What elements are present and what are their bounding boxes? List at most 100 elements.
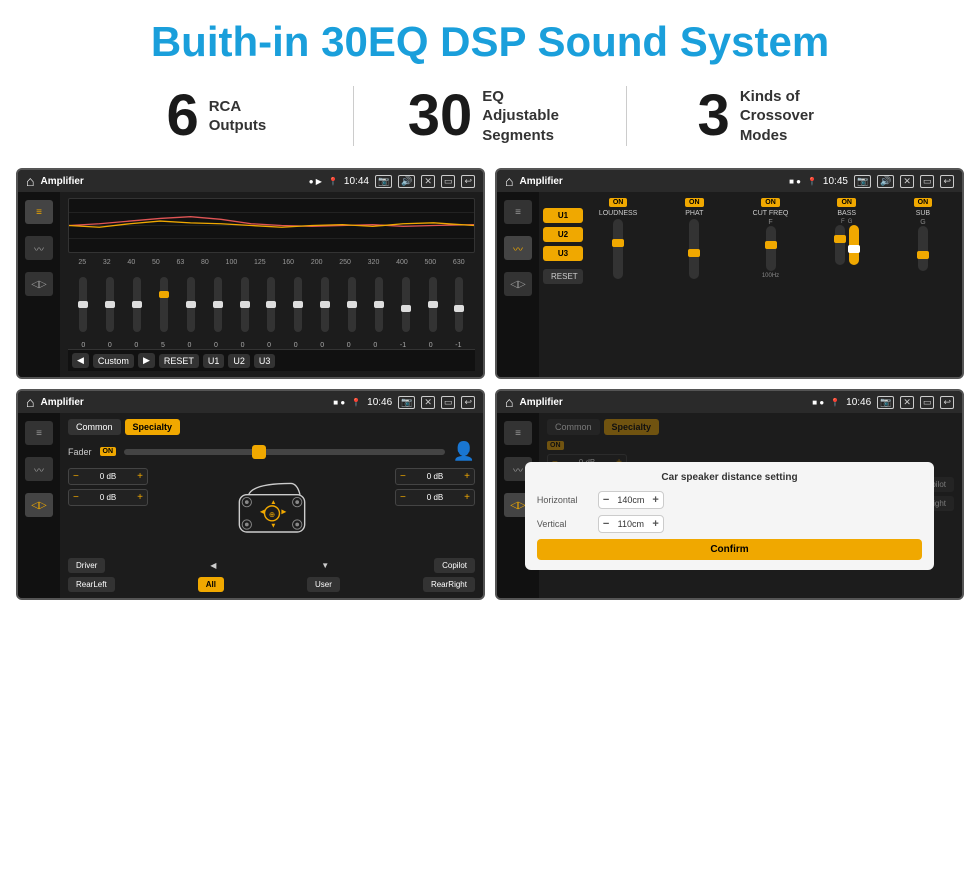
val-5: 0 [214, 342, 218, 349]
horizontal-plus-button[interactable]: + [652, 494, 658, 506]
val-0: 0 [81, 342, 85, 349]
crossover-status-time: 10:45 [823, 176, 848, 187]
db-rl-minus[interactable]: − [73, 492, 79, 503]
eq-play-button[interactable]: ▶ [138, 353, 155, 368]
eq-slider-3[interactable] [160, 277, 168, 332]
fader-handle[interactable] [252, 445, 266, 459]
eq-slider-13[interactable] [429, 277, 437, 332]
eq-status-time: 10:44 [344, 176, 369, 187]
user-button[interactable]: User [307, 577, 340, 592]
bass-freq-slider[interactable] [835, 225, 845, 265]
val-6: 0 [241, 342, 245, 349]
crossover-eq-icon[interactable]: ≡ [504, 200, 532, 224]
fader-left-controls: − 0 dB + − 0 dB + [68, 468, 148, 554]
rearright-button[interactable]: RearRight [423, 577, 475, 592]
eq-slider-1[interactable] [106, 277, 114, 332]
loudness-label: LOUDNESS [599, 210, 638, 217]
freq-25: 25 [78, 259, 86, 266]
stat-eq-label: EQ AdjustableSegments [482, 87, 572, 146]
crossover-speaker-icon[interactable]: ◁▷ [504, 272, 532, 296]
db-fr-plus[interactable]: + [464, 471, 470, 482]
vertical-plus-button[interactable]: + [652, 518, 658, 530]
eq-slider-5[interactable] [214, 277, 222, 332]
crossover-wave-icon[interactable]: 〰 [504, 236, 532, 260]
eq-slider-14[interactable] [455, 277, 463, 332]
loudness-slider[interactable] [613, 219, 623, 279]
phat-label: PHAT [685, 210, 703, 217]
eq-slider-10[interactable] [348, 277, 356, 332]
db-rr-plus[interactable]: + [464, 492, 470, 503]
eq-status-bar: ⌂ Amplifier ● ▶ 📍 10:44 📷 🔊 ✕ ▭ ↩ [18, 170, 483, 192]
fader-speaker-icon[interactable]: ◁▷ [25, 493, 53, 517]
fader-right-controls: − 0 dB + − 0 dB + [395, 468, 475, 554]
eq-u3-button[interactable]: U3 [254, 354, 276, 368]
preset-u1-button[interactable]: U1 [543, 208, 583, 223]
bass-control: ON BASS F G [812, 198, 882, 371]
eq-slider-7[interactable] [267, 277, 275, 332]
freq-32: 32 [103, 259, 111, 266]
all-button[interactable]: All [198, 577, 224, 592]
rearleft-button[interactable]: RearLeft [68, 577, 115, 592]
eq-custom-button[interactable]: Custom [93, 354, 134, 368]
eq-reset-button[interactable]: RESET [159, 354, 199, 368]
eq-slider-9[interactable] [321, 277, 329, 332]
eq-slider-4[interactable] [187, 277, 195, 332]
eq-slider-8[interactable] [294, 277, 302, 332]
eq-wave-icon[interactable]: 〰 [25, 236, 53, 260]
preset-u3-button[interactable]: U3 [543, 246, 583, 261]
horizontal-minus-button[interactable]: − [603, 494, 609, 506]
fader-slider[interactable] [124, 449, 445, 455]
fader-wave-icon[interactable]: 〰 [25, 457, 53, 481]
eq-slider-0[interactable] [79, 277, 87, 332]
confirm-button[interactable]: Confirm [537, 539, 922, 560]
db-rr-minus[interactable]: − [400, 492, 406, 503]
crossover-presets: U1 U2 U3 RESET [543, 198, 583, 371]
loudness-control: ON LOUDNESS [583, 198, 653, 371]
eq-sliders [68, 266, 475, 342]
fader-tab-specialty[interactable]: Specialty [125, 419, 181, 435]
eq-slider-2[interactable] [133, 277, 141, 332]
eq-values: 0 0 0 5 0 0 0 0 0 0 0 0 -1 0 -1 [68, 342, 475, 349]
eq-u1-button[interactable]: U1 [203, 354, 225, 368]
bass-gain-slider[interactable] [849, 225, 859, 265]
val-8: 0 [294, 342, 298, 349]
fader-eq-icon[interactable]: ≡ [25, 421, 53, 445]
eq-slider-11[interactable] [375, 277, 383, 332]
driver-button[interactable]: Driver [68, 558, 105, 573]
left-arrow-icon: ◀ [210, 561, 216, 570]
stat-rca-number: 6 [166, 87, 198, 145]
eq-slider-6[interactable] [241, 277, 249, 332]
freq-125: 125 [254, 259, 266, 266]
eq-prev-button[interactable]: ◀ [72, 353, 89, 368]
crossover-left-sidebar: ≡ 〰 ◁▷ [497, 192, 539, 377]
val-3: 5 [161, 342, 165, 349]
eq-speaker-icon[interactable]: ◁▷ [25, 272, 53, 296]
eq-sliders-container: 25 32 40 50 63 80 100 125 160 200 250 32… [68, 259, 475, 349]
phat-slider[interactable] [689, 219, 699, 279]
db-fr-minus[interactable]: − [400, 471, 406, 482]
eq-screen: ⌂ Amplifier ● ▶ 📍 10:44 📷 🔊 ✕ ▭ ↩ ≡ 〰 ◁▷ [16, 168, 485, 379]
down-arrow-icon: ▼ [321, 561, 329, 570]
preset-u2-button[interactable]: U2 [543, 227, 583, 242]
vertical-minus-button[interactable]: − [603, 518, 609, 530]
freq-80: 80 [201, 259, 209, 266]
eq-left-sidebar: ≡ 〰 ◁▷ [18, 192, 60, 377]
crossover-main: U1 U2 U3 RESET ON LOUDNESS [539, 192, 962, 377]
screenshots-grid: ⌂ Amplifier ● ▶ 📍 10:44 📷 🔊 ✕ ▭ ↩ ≡ 〰 ◁▷ [0, 162, 980, 610]
sub-slider[interactable] [918, 226, 928, 271]
db-fl-minus[interactable]: − [73, 471, 79, 482]
eq-slider-12[interactable] [402, 277, 410, 332]
fader-screen-content: ≡ 〰 ◁▷ Common Specialty Fader ON 👤 [18, 413, 483, 598]
db-control-rl: − 0 dB + [68, 489, 148, 506]
db-rl-plus[interactable]: + [137, 492, 143, 503]
val-11: 0 [373, 342, 377, 349]
eq-equalizer-icon[interactable]: ≡ [25, 200, 53, 224]
crossover-reset-button[interactable]: RESET [543, 269, 583, 284]
fader-back-icon: ↩ [461, 396, 475, 409]
copilot-button[interactable]: Copilot [434, 558, 475, 573]
eq-u2-button[interactable]: U2 [228, 354, 250, 368]
fader-tab-common[interactable]: Common [68, 419, 121, 435]
cutfreq-slider[interactable] [766, 226, 776, 271]
val-14: -1 [455, 342, 461, 349]
db-fl-plus[interactable]: + [137, 471, 143, 482]
